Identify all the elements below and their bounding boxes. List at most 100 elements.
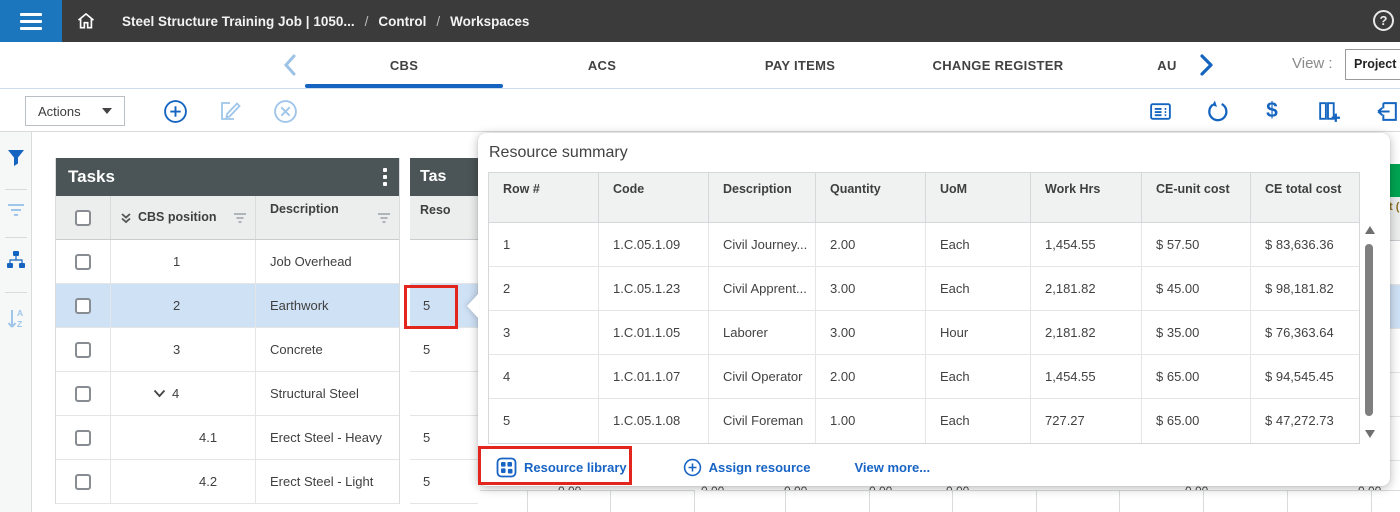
col-row-num[interactable]: Row # <box>489 173 599 222</box>
resource-count-cell[interactable]: 5 <box>410 460 478 504</box>
column-header-resources[interactable]: Reso <box>410 196 478 240</box>
resource-count-cell[interactable]: 5 <box>410 416 478 460</box>
col-uom[interactable]: UoM <box>926 173 1031 222</box>
column-sets-button[interactable] <box>1147 98 1173 124</box>
resource-row-2: 2 1.C.05.1.23 Civil Apprent... 3.00 Each 2,… <box>489 267 1359 311</box>
cost-items-button[interactable]: $ <box>1259 98 1285 124</box>
resource-count-cell[interactable]: 5 <box>410 328 478 372</box>
resource-summary-table: Row # Code Description Quantity UoM Work… <box>488 172 1360 444</box>
select-all-checkbox[interactable] <box>75 209 91 226</box>
breadcrumb-control[interactable]: Control <box>378 14 426 29</box>
add-row-button[interactable] <box>162 98 188 124</box>
popup-scrollbar[interactable] <box>1362 223 1377 441</box>
scrollbar-thumb[interactable] <box>1365 244 1373 416</box>
app-window: Steel Structure Training Job | 1050... /… <box>0 0 1400 512</box>
row-checkbox[interactable] <box>75 341 91 358</box>
column-filter-icon[interactable] <box>233 212 247 224</box>
export-button[interactable] <box>1374 98 1400 124</box>
cbs-position-cell: 1 <box>111 240 256 283</box>
description-cell: Concrete <box>270 342 323 357</box>
task-row-2-selected[interactable]: 2 Earthwork <box>56 284 399 328</box>
row-checkbox[interactable] <box>75 297 91 314</box>
tabs-scroll-right-icon[interactable] <box>1196 53 1216 77</box>
plus-circle-icon <box>163 99 188 124</box>
rail-divider <box>5 292 27 293</box>
grid-toolbar: Actions $ <box>0 89 1400 132</box>
hamburger-menu-button[interactable] <box>0 0 62 42</box>
sort-az-icon[interactable]: AZ <box>6 308 26 329</box>
popup-callout-notch <box>467 293 479 319</box>
plus-circle-icon <box>683 458 702 477</box>
undo-arrow-icon <box>1205 99 1230 124</box>
tab-cbs[interactable]: CBS <box>305 42 503 88</box>
background-empty-row <box>480 490 1400 512</box>
tasks-column-header: CBS position Description <box>56 196 399 240</box>
tab-au[interactable]: AU <box>1097 42 1237 88</box>
scroll-down-icon[interactable] <box>1365 430 1375 438</box>
task-row-4-2[interactable]: 4.2 Erect Steel - Light <box>56 460 399 504</box>
task-row-4[interactable]: 4 Structural Steel <box>56 372 399 416</box>
dollar-icon: $ <box>1266 99 1278 122</box>
filter-lines-icon[interactable] <box>6 200 26 220</box>
rail-divider <box>5 237 27 238</box>
col-ce-unit-cost[interactable]: CE-unit cost <box>1142 173 1251 222</box>
resource-table-header: Row # Code Description Quantity UoM Work… <box>489 173 1359 223</box>
view-more-link[interactable]: View more... <box>854 460 930 475</box>
tab-pay-items[interactable]: PAY ITEMS <box>701 42 899 88</box>
tasks-detail-header: Tas <box>410 158 478 196</box>
column-header-description[interactable]: Description <box>256 196 399 239</box>
breadcrumb-workspaces[interactable]: Workspaces <box>450 14 529 29</box>
tabs-scroll-left-icon[interactable] <box>280 52 302 78</box>
tab-change-register[interactable]: CHANGE REGISTER <box>899 42 1097 88</box>
row-checkbox[interactable] <box>75 429 91 446</box>
view-label: View : <box>1292 55 1333 72</box>
col-description[interactable]: Description <box>709 173 816 222</box>
tab-acs[interactable]: ACS <box>503 42 701 88</box>
column-header-cbs-position[interactable]: CBS position <box>111 196 256 239</box>
undo-button[interactable] <box>1204 98 1230 124</box>
help-icon[interactable]: ? <box>1373 10 1394 31</box>
row-checkbox[interactable] <box>75 253 91 270</box>
filter-funnel-icon[interactable] <box>6 148 26 168</box>
task-row-3[interactable]: 3 Concrete <box>56 328 399 372</box>
tasks-panel: Tasks CBS position Description 1 Job Ove… <box>55 158 400 504</box>
actions-dropdown-button[interactable]: Actions <box>25 96 125 126</box>
resource-library-link[interactable]: Resource library <box>496 457 627 478</box>
task-row-4-1[interactable]: 4.1 Erect Steel - Heavy <box>56 416 399 460</box>
cbs-position-cell: 4 <box>111 372 256 415</box>
description-cell: Erect Steel - Heavy <box>270 430 382 445</box>
delete-row-button[interactable] <box>272 98 298 124</box>
resource-row-1: 1 1.C.05.1.09 Civil Journey... 2.00 Each 1,… <box>489 223 1359 267</box>
resource-count-cell[interactable] <box>410 372 478 416</box>
cbs-position-cell: 4.1 <box>111 416 256 459</box>
view-select-dropdown[interactable]: Project c <box>1345 49 1400 80</box>
collapse-all-icon[interactable] <box>119 211 133 225</box>
cbs-position-cell: 4.2 <box>111 460 256 503</box>
row-checkbox[interactable] <box>75 385 91 402</box>
assign-resource-link[interactable]: Assign resource <box>683 458 810 477</box>
task-row-1[interactable]: 1 Job Overhead <box>56 240 399 284</box>
workspace-tabbar: CBS ACS PAY ITEMS CHANGE REGISTER AU Vie… <box>0 42 1400 89</box>
col-code[interactable]: Code <box>599 173 709 222</box>
edit-pencil-icon <box>218 99 242 123</box>
col-quantity[interactable]: Quantity <box>816 173 926 222</box>
col-ce-total-cost[interactable]: CE total cost <box>1251 173 1359 222</box>
expand-chevron-icon[interactable] <box>153 389 166 398</box>
edit-row-button[interactable] <box>217 98 243 124</box>
description-cell: Earthwork <box>270 298 329 313</box>
active-tab-underline <box>305 84 503 88</box>
scroll-up-icon[interactable] <box>1365 226 1375 234</box>
breadcrumb-job[interactable]: Steel Structure Training Job | 1050... <box>122 14 355 29</box>
add-column-button[interactable] <box>1315 98 1341 124</box>
column-filter-icon[interactable] <box>377 212 391 224</box>
col-work-hrs[interactable]: Work Hrs <box>1031 173 1142 222</box>
top-navbar: Steel Structure Training Job | 1050... /… <box>0 0 1400 42</box>
hierarchy-icon[interactable] <box>6 250 26 270</box>
home-button[interactable] <box>62 0 110 42</box>
row-checkbox[interactable] <box>75 473 91 490</box>
resource-count-cell[interactable] <box>410 240 478 284</box>
description-cell: Job Overhead <box>270 254 352 269</box>
resource-library-icon <box>496 457 517 478</box>
home-icon <box>76 11 96 31</box>
kebab-menu-icon[interactable] <box>383 168 387 186</box>
